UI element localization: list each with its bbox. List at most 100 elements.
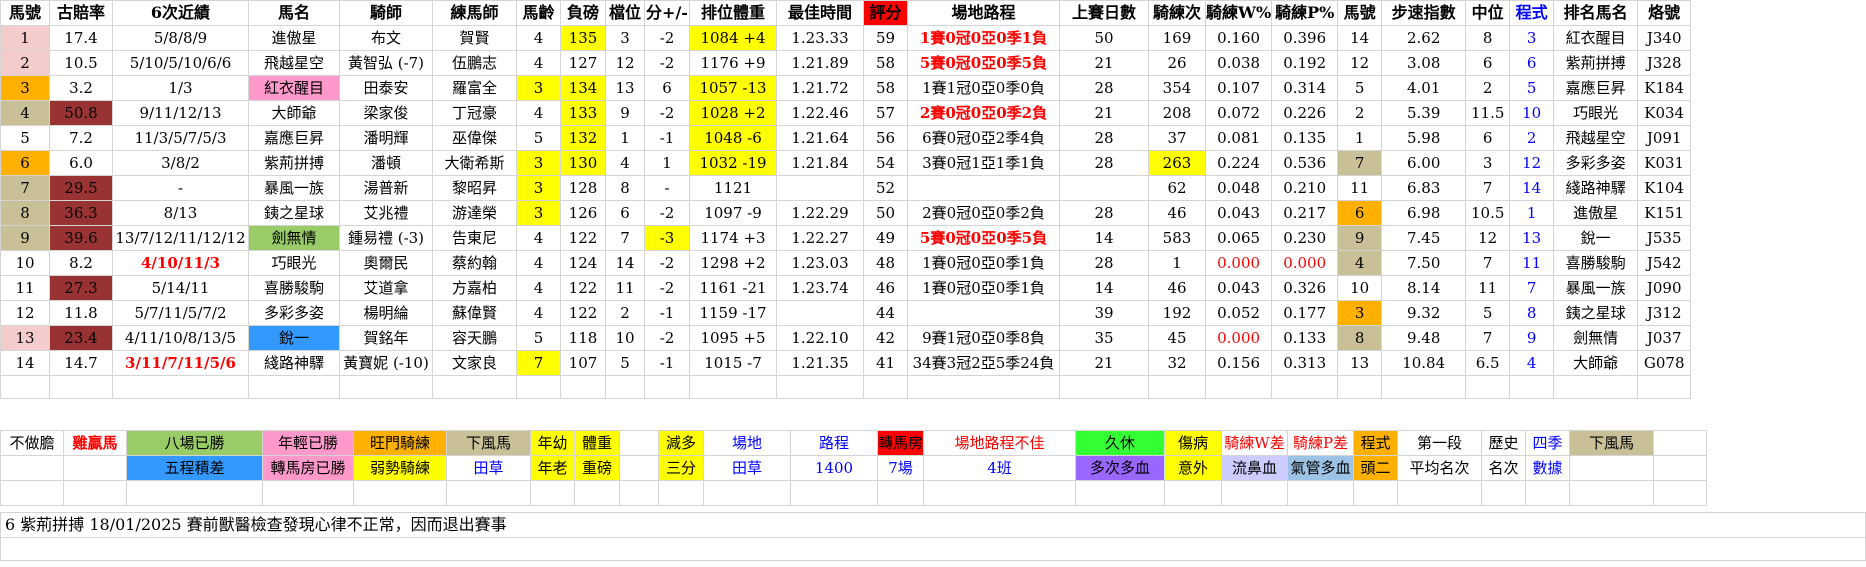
cell-weight: 127	[560, 50, 606, 76]
cell-course-distance: 9賽1冠0亞0季8負	[907, 325, 1060, 351]
cell-body-weight: 1161 -21	[689, 275, 777, 301]
cell-rating: 54	[863, 150, 908, 176]
cell-horse-no: 1	[0, 25, 50, 51]
cell-brand: K034	[1637, 100, 1692, 126]
cell-weight: 132	[560, 125, 606, 151]
header-median: 中位	[1465, 0, 1511, 26]
cell-pace-index: 5.98	[1381, 125, 1467, 151]
cell-days-since: 28	[1059, 200, 1149, 226]
cell-formula: 5	[1509, 75, 1555, 101]
cell-weight: 130	[560, 150, 606, 176]
cell-weight: 124	[560, 250, 606, 276]
cell-days-since: 21	[1059, 50, 1149, 76]
legend-underdog: 下風馬	[446, 430, 531, 456]
cell-age: 4	[516, 25, 561, 51]
cell-horse-no-2: 3	[1337, 300, 1383, 326]
cell-weight: 118	[560, 325, 606, 351]
cell-combo-count: 169	[1148, 25, 1206, 51]
cell-course-distance: 1賽0冠0亞0季1負	[907, 275, 1060, 301]
cell-formula: 14	[1509, 175, 1555, 201]
cell-rating-change: -2	[644, 325, 690, 351]
race-body: 1 17.4 5/8/8/9 進傲星 布文 賀賢 4 135 3 -2 1084 +4 1.23.33…	[0, 25, 1692, 399]
cell-horse-name: 飛越星空	[248, 50, 340, 76]
cell-pace-index: 5.39	[1381, 100, 1467, 126]
cell-draw: 6	[605, 200, 645, 226]
cell-rating-change: -2	[644, 100, 690, 126]
cell-age: 3	[516, 75, 561, 101]
cell-trainer: 大衛希斯	[432, 150, 517, 176]
legend-accident: 意外	[1164, 455, 1223, 481]
cell-median: 11	[1465, 275, 1511, 301]
cell-rating-change: 1	[644, 150, 690, 176]
cell-rating: 48	[863, 250, 908, 276]
cell-combo-place: 0.192	[1271, 50, 1339, 76]
legend-course: 場地	[703, 430, 791, 456]
cell-recent-form: 5/14/11	[112, 275, 249, 301]
cell-pace-index: 2.62	[1381, 25, 1467, 51]
cell-rating: 50	[863, 200, 908, 226]
cell-combo-place: 0.210	[1271, 175, 1339, 201]
legend-rank: 名次	[1481, 455, 1527, 481]
cell-horse-no-2: 7	[1337, 150, 1383, 176]
cell-rating-change: -2	[644, 275, 690, 301]
cell-formula: 1	[1509, 200, 1555, 226]
cell-days-since: 21	[1059, 100, 1149, 126]
cell-draw: 5	[605, 350, 645, 376]
cell-trainer: 告東尼	[432, 225, 517, 251]
table-row: 12 11.8 5/7/11/5/7/2 多彩多姿 楊明綸 蘇偉賢 4 122 2 -1 1159 …	[0, 300, 1692, 326]
table-row: 10 8.2 4/10/11/3 巧眼光 奧爾民 蔡約翰 4 124 14 -2 1298 +2 1.…	[0, 250, 1692, 276]
cell-weight: 134	[560, 75, 606, 101]
legend-class-4: 4班	[923, 455, 1077, 481]
cell-horse-no: 14	[0, 350, 50, 376]
table-row: 7 29.5- 暴風一族 湯普新 黎昭昇 3 128 8-1121 52 62 0.048 0.210…	[0, 175, 1692, 201]
cell-best-time: 1.23.33	[776, 25, 864, 51]
scratch-note: 6 紫荊拼搏 18/01/2025 賽前獸醫檢查發現心律不正常，因而退出賽事	[0, 512, 1866, 538]
legend-row-1: 不做膽 雞贏馬 八場已勝 年輕已勝 旺門騎練 下風馬 年幼 體重 減多 場地 路…	[0, 430, 1708, 456]
cell-body-weight: 1028 +2	[689, 100, 777, 126]
cell-rating: 58	[863, 50, 908, 76]
cell-odds: 29.5	[49, 175, 113, 201]
cell-median: 7	[1465, 175, 1511, 201]
cell-recent-form: 5/7/11/5/7/2	[112, 300, 249, 326]
cell-horse-no-2: 6	[1337, 200, 1383, 226]
cell-course-distance	[907, 300, 1060, 326]
cell-trainer: 蘇偉賢	[432, 300, 517, 326]
header-course-distance: 場地路程	[907, 0, 1060, 26]
header-recent-form: 6次近績	[112, 0, 249, 26]
cell-odds: 14.7	[49, 350, 113, 376]
cell-body-weight: 1174 +3	[689, 225, 777, 251]
cell-recent-form: 1/3	[112, 75, 249, 101]
cell-course-distance: 6賽0冠0亞2季4負	[907, 125, 1060, 151]
cell-days-since: 28	[1059, 250, 1149, 276]
table-row: 13 23.4 4/11/10/8/13/5 銳一 賀銘年 容天鵬 5 118 10 -2 1095…	[0, 325, 1692, 351]
cell-brand: J091	[1637, 125, 1692, 151]
cell-odds: 8.2	[49, 250, 113, 276]
header-combo-place: 騎練P%	[1271, 0, 1339, 26]
cell-combo-win: 0.038	[1204, 50, 1273, 76]
spreadsheet: 馬號 古賠率 6次近績 馬名 騎師 練馬師 馬齡 負磅 檔位 分+/- 排位體重…	[0, 0, 1866, 567]
cell-combo-count: 46	[1148, 200, 1206, 226]
cell-rank-name: 銳一	[1553, 225, 1639, 251]
cell-jockey: 梁家俊	[339, 100, 433, 126]
cell-course-distance: 5賽0冠0亞0季5負	[907, 225, 1060, 251]
legend-data: 數據	[1525, 455, 1571, 481]
header-odds: 古賠率	[49, 0, 113, 26]
header-horse-no: 馬號	[0, 0, 50, 26]
cell-horse-no: 2	[0, 50, 50, 76]
cell-combo-place: 0.313	[1271, 350, 1339, 376]
legend-trachea-bleed: 氣管多血	[1287, 455, 1355, 481]
cell-median: 10.5	[1465, 200, 1511, 226]
table-row: 9 39.6 13/7/12/11/12/12 劍無情 鍾易禮 (-3) 告東尼 4 122 7…	[0, 225, 1692, 251]
table-row: 2 10.5 5/10/5/10/6/6 飛越星空 黃智弘 (-7) 伍鵬志 4 127 12-…	[0, 50, 1692, 76]
cell-age: 5	[516, 325, 561, 351]
cell-recent-form: 5/10/5/10/6/6	[112, 50, 249, 76]
legend-course-distance-poor: 場地路程不佳	[923, 430, 1077, 456]
cell-draw: 14	[605, 250, 645, 276]
cell-horse-no-2: 8	[1337, 325, 1383, 351]
cell-horse-name: 劍無情	[248, 225, 340, 251]
cell-age: 4	[516, 275, 561, 301]
legend-history: 歷史	[1481, 430, 1527, 456]
cell-draw: 7	[605, 225, 645, 251]
cell-recent-form: 4/10/11/3	[112, 250, 249, 276]
legend-four-seasons: 四季	[1525, 430, 1571, 456]
